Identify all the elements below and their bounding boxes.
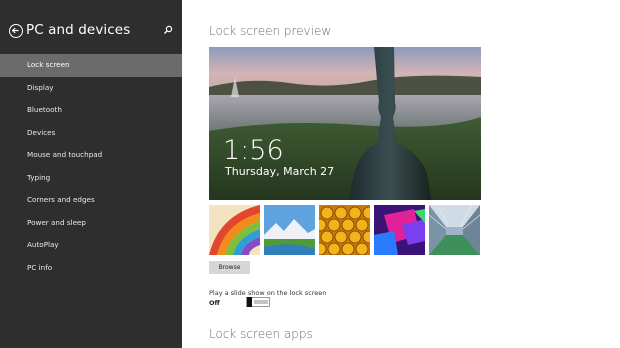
thumbnail-neon-shapes[interactable]	[374, 205, 425, 255]
sidebar-item-corners-and-edges[interactable]: Corners and edges	[0, 189, 182, 212]
sidebar-item-mouse-and-touchpad[interactable]: Mouse and touchpad	[0, 144, 182, 167]
thumbnail-colorful-stripes[interactable]	[209, 205, 260, 255]
sidebar-item-bluetooth[interactable]: Bluetooth	[0, 99, 182, 122]
slideshow-toggle-state: Off	[209, 299, 220, 307]
browse-button[interactable]: Browse	[209, 261, 250, 274]
toggle-knob	[247, 297, 252, 307]
preview-date: Thursday, March 27	[225, 165, 335, 178]
back-button[interactable]	[9, 24, 23, 38]
lock-screen-apps-title: Lock screen apps	[209, 327, 313, 341]
arrow-left-icon	[11, 27, 19, 34]
search-icon[interactable]	[163, 25, 173, 35]
thumbnail-glass-corridor[interactable]	[429, 205, 480, 255]
sidebar-item-typing[interactable]: Typing	[0, 167, 182, 190]
sidebar-nav: Lock screen Display Bluetooth Devices Mo…	[0, 54, 182, 279]
lock-screen-preview: 1:56 Thursday, March 27	[209, 47, 481, 200]
sidebar-item-autoplay[interactable]: AutoPlay	[0, 234, 182, 257]
preview-time: 1:56	[223, 135, 284, 166]
toggle-track	[254, 300, 268, 304]
sidebar-item-pc-info[interactable]: PC info	[0, 257, 182, 280]
lock-screen-preview-title: Lock screen preview	[209, 24, 332, 38]
sidebar-header: PC and devices	[0, 18, 182, 46]
thumbnail-honeycomb[interactable]	[319, 205, 370, 255]
sidebar-item-display[interactable]: Display	[0, 77, 182, 100]
slideshow-toggle[interactable]	[246, 297, 270, 307]
sidebar-item-devices[interactable]: Devices	[0, 122, 182, 145]
main-content: Lock screen preview 1:56 Thursday, March…	[182, 0, 620, 348]
thumbnail-mountain-landscape[interactable]	[264, 205, 315, 255]
sidebar-item-lock-screen[interactable]: Lock screen	[0, 54, 182, 77]
slideshow-label: Play a slide show on the lock screen	[209, 289, 327, 297]
page-title: PC and devices	[26, 22, 131, 38]
sidebar-item-power-and-sleep[interactable]: Power and sleep	[0, 212, 182, 235]
sidebar: PC and devices Lock screen Display Bluet…	[0, 0, 182, 348]
